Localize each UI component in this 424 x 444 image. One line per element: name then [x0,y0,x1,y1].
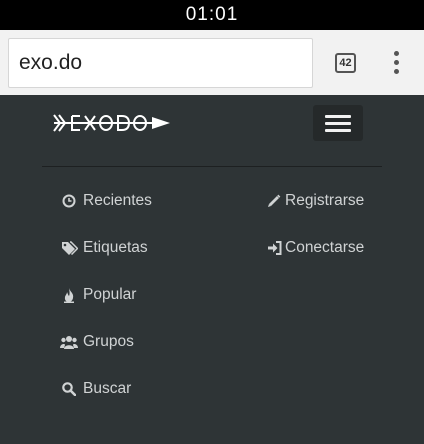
exodo-logo-icon [53,114,170,132]
tab-switcher-button[interactable]: 42 [335,53,356,73]
nav-conectarse[interactable]: Conectarse [265,236,364,260]
nav-popular-label: Popular [83,286,137,303]
nav-etiquetas[interactable]: Etiquetas [60,236,148,260]
url-text[interactable]: exo.do [19,39,82,87]
nav-conectarse-label: Conectarse [285,239,365,256]
nav-grupos[interactable]: Grupos [60,330,134,354]
nav-registrarse[interactable]: Registrarse [265,189,364,213]
nav-buscar-label: Buscar [83,380,132,397]
browser-toolbar: exo.do 42 [0,30,424,95]
fire-icon [60,286,78,304]
status-time: 01:01 [185,4,239,25]
search-icon [60,380,78,398]
overflow-menu-icon[interactable] [389,51,403,75]
tags-icon [60,239,78,257]
site-navbar: Recientes Etiquetas Popular Grupos Busca… [0,95,424,444]
pencil-icon [265,192,283,210]
users-icon [60,333,78,351]
clock-icon [60,192,78,210]
sign-in-icon [265,239,283,257]
url-bar[interactable]: exo.do [8,38,313,88]
nav-buscar[interactable]: Buscar [60,377,131,401]
site-logo[interactable] [52,112,172,134]
nav-recientes[interactable]: Recientes [60,189,152,213]
nav-etiquetas-label: Etiquetas [83,239,148,256]
nav-grupos-label: Grupos [83,333,134,350]
nav-recientes-label: Recientes [83,192,152,209]
status-bar: 01:01 [0,0,424,30]
divider [42,166,382,167]
nav-popular[interactable]: Popular [60,283,136,307]
nav-registrarse-label: Registrarse [285,192,365,209]
menu-toggle-button[interactable] [313,105,363,141]
